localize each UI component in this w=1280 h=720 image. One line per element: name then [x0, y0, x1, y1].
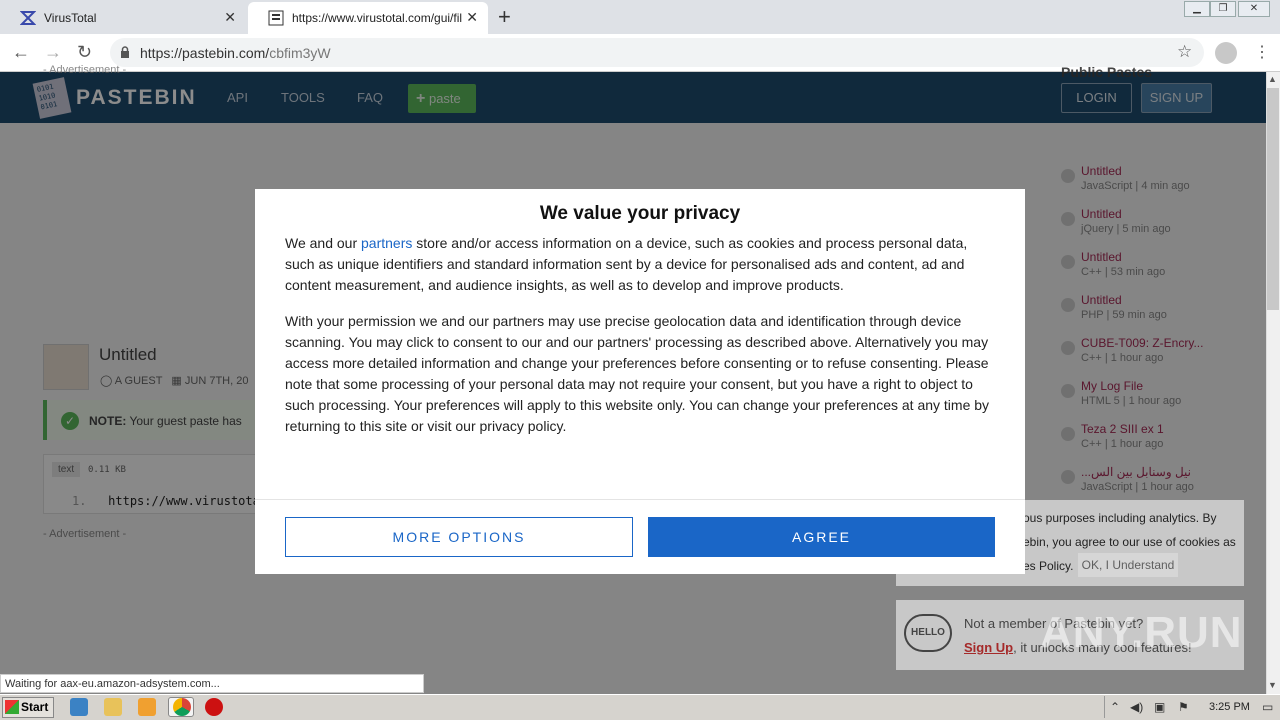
tab-virustotal[interactable]: VirusTotal ✕ [0, 2, 246, 34]
tab-label: https://www.virustotal.com/gui/file- [292, 11, 462, 25]
browser-status-bar: Waiting for aax-eu.amazon-adsystem.com..… [0, 674, 424, 693]
tab-virustotal-file[interactable]: https://www.virustotal.com/gui/file- ✕ [248, 2, 488, 34]
minimize-window-icon[interactable]: ▁ [1184, 1, 1210, 17]
pastebin-favicon-icon [268, 10, 284, 26]
cookie-text: ebin, you agree to our use of cookies as [1023, 535, 1236, 549]
antivirus-icon[interactable] [205, 698, 223, 716]
partners-link[interactable]: partners [361, 235, 412, 251]
tab-label: VirusTotal [44, 11, 97, 25]
close-tab-icon[interactable]: ✕ [466, 9, 478, 26]
show-desktop-icon[interactable]: ▭ [1262, 700, 1273, 714]
restore-window-icon[interactable]: ❐ [1210, 1, 1236, 17]
url-text: https://pastebin.com/cbfim3yW [140, 45, 331, 61]
cookie-policy-link[interactable]: es Policy. [1023, 559, 1073, 573]
bookmark-star-icon[interactable]: ☆ [1177, 42, 1192, 62]
dialog-text: We and our [285, 235, 362, 251]
network-icon[interactable]: ▣ [1154, 700, 1165, 714]
dialog-title: We value your privacy [539, 203, 741, 224]
close-tab-icon[interactable]: ✕ [224, 9, 236, 26]
scroll-up-icon[interactable]: ▲ [1268, 74, 1277, 84]
dialog-paragraph-2: With your permission we and our partners… [285, 313, 990, 434]
profile-avatar-icon[interactable] [1215, 42, 1237, 64]
virustotal-favicon-icon [20, 11, 36, 25]
lock-icon [121, 46, 129, 58]
media-player-icon[interactable] [138, 698, 156, 716]
menu-dots-icon[interactable]: ⋮ [1254, 42, 1270, 62]
scroll-down-icon[interactable]: ▼ [1268, 680, 1277, 690]
agree-button[interactable]: AGREE [648, 517, 995, 557]
cookie-text: ous purposes including analytics. By [1023, 511, 1217, 525]
more-options-button[interactable]: MORE OPTIONS [285, 517, 633, 557]
browser-tab-bar: VirusTotal ✕ https://www.virustotal.com/… [0, 0, 1280, 34]
privacy-consent-dialog: We value your privacy We and our partner… [255, 189, 1025, 574]
reload-icon[interactable]: ↻ [77, 42, 92, 63]
forward-icon[interactable]: → [44, 42, 62, 63]
chrome-icon [173, 698, 191, 716]
new-tab-icon[interactable]: + [498, 4, 511, 30]
ie-icon[interactable] [70, 698, 88, 716]
scrollbar-thumb[interactable] [1267, 88, 1279, 310]
volume-icon[interactable]: ◀) [1130, 700, 1143, 714]
explorer-folder-icon[interactable] [104, 698, 122, 716]
hello-speech-icon: HELLO [904, 614, 952, 652]
windows-logo-icon [5, 700, 19, 714]
back-icon[interactable]: ← [12, 42, 30, 63]
url-host: https://pastebin.com/ [140, 45, 270, 61]
taskbar-clock[interactable]: 3:25 PM [1209, 701, 1250, 713]
cookie-ok-button[interactable]: OK, I Understand [1078, 553, 1178, 577]
close-window-icon[interactable]: ✕ [1238, 1, 1270, 17]
anyrun-watermark: ANY.RUN [1040, 608, 1243, 657]
dialog-paragraph-1: We and our partners store and/or access … [285, 233, 997, 296]
member-signup-link[interactable]: Sign Up [964, 640, 1013, 655]
address-bar[interactable]: https://pastebin.com/cbfim3yW ☆ [110, 38, 1204, 67]
tray-expand-icon[interactable]: ⌃ [1110, 700, 1120, 714]
action-center-flag-icon[interactable]: ⚑ [1178, 700, 1189, 714]
url-path: cbfim3yW [269, 45, 331, 61]
